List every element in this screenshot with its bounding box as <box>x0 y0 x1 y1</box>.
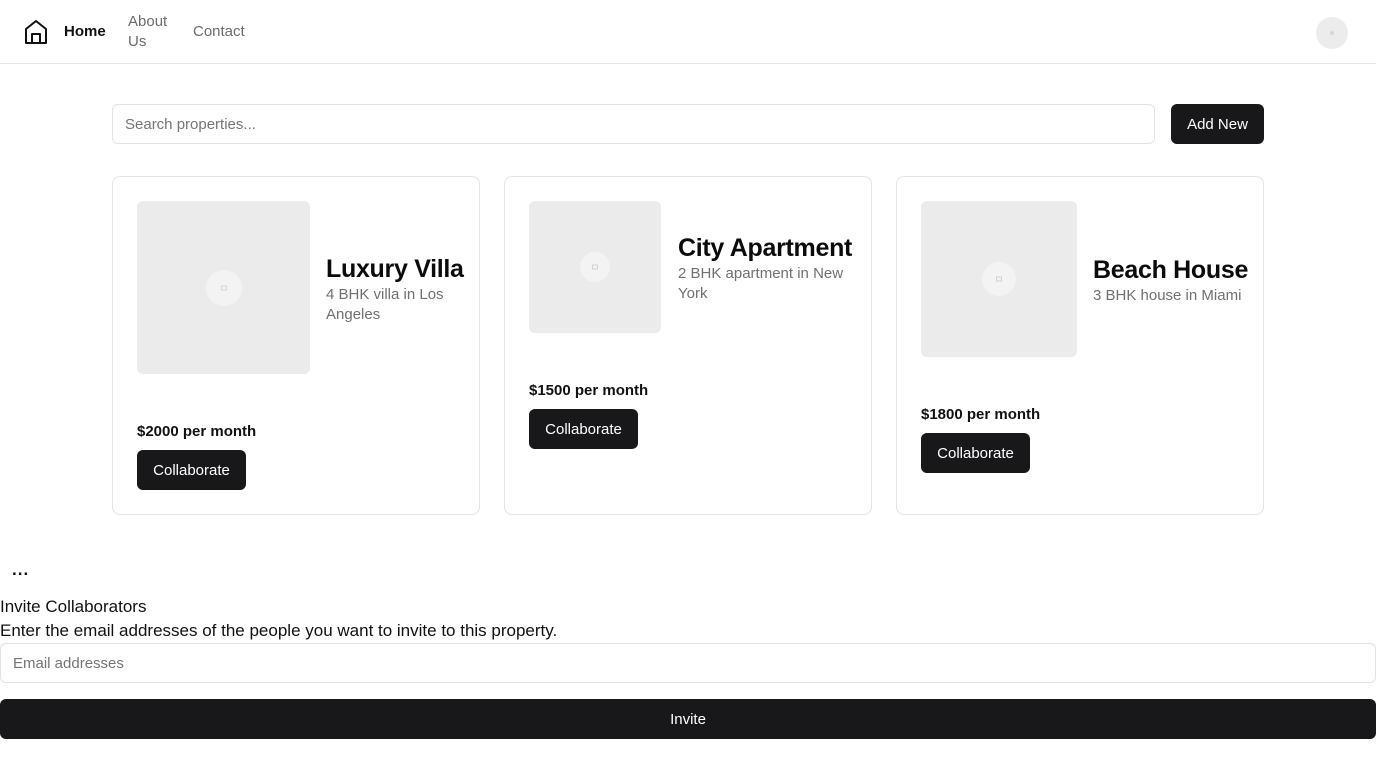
invite-description: Enter the email addresses of the people … <box>0 621 558 640</box>
property-price: $2000 per month <box>137 423 257 440</box>
top-navbar: Home About Us Contact <box>0 0 1376 64</box>
collaborate-button[interactable]: Collaborate <box>137 450 246 490</box>
nav-link-contact[interactable]: Contact <box>193 22 245 42</box>
property-price: $1800 per month <box>921 406 1041 423</box>
home-icon[interactable] <box>24 19 48 45</box>
nav-link-home[interactable]: Home <box>64 22 106 42</box>
invite-title: Invite Collaborators <box>0 597 147 616</box>
email-addresses-input[interactable] <box>0 643 1376 683</box>
avatar[interactable] <box>1316 17 1348 49</box>
property-card: Luxury Villa 4 BHK villa in Los Angeles … <box>112 176 480 515</box>
nav-link-about-us[interactable]: About Us <box>128 12 176 52</box>
property-card: City Apartment 2 BHK apartment in New Yo… <box>504 176 872 515</box>
property-card: Beach House 3 BHK house in Miami $1800 p… <box>896 176 1264 515</box>
image-placeholder-icon <box>982 262 1016 296</box>
avatar-placeholder-icon <box>1330 31 1334 35</box>
add-new-button[interactable]: Add New <box>1171 104 1264 144</box>
more-options-icon[interactable]: ... <box>12 560 29 580</box>
property-description: 4 BHK villa in Los Angeles <box>326 286 444 323</box>
property-title: Luxury Villa <box>326 255 464 283</box>
collaborate-button[interactable]: Collaborate <box>529 409 638 449</box>
property-price: $1500 per month <box>529 382 649 399</box>
property-title: Beach House <box>1093 256 1249 284</box>
property-description: 2 BHK apartment in New York <box>678 265 844 302</box>
image-placeholder-icon <box>205 269 242 306</box>
property-title: City Apartment <box>678 234 853 262</box>
property-image <box>137 201 310 374</box>
collaborate-button[interactable]: Collaborate <box>921 433 1030 473</box>
property-image <box>921 201 1077 357</box>
invite-button[interactable]: Invite <box>0 699 1376 739</box>
property-image <box>529 201 661 333</box>
image-placeholder-icon <box>580 252 610 282</box>
search-input[interactable] <box>112 104 1155 144</box>
property-description: 3 BHK house in Miami <box>1093 287 1242 304</box>
